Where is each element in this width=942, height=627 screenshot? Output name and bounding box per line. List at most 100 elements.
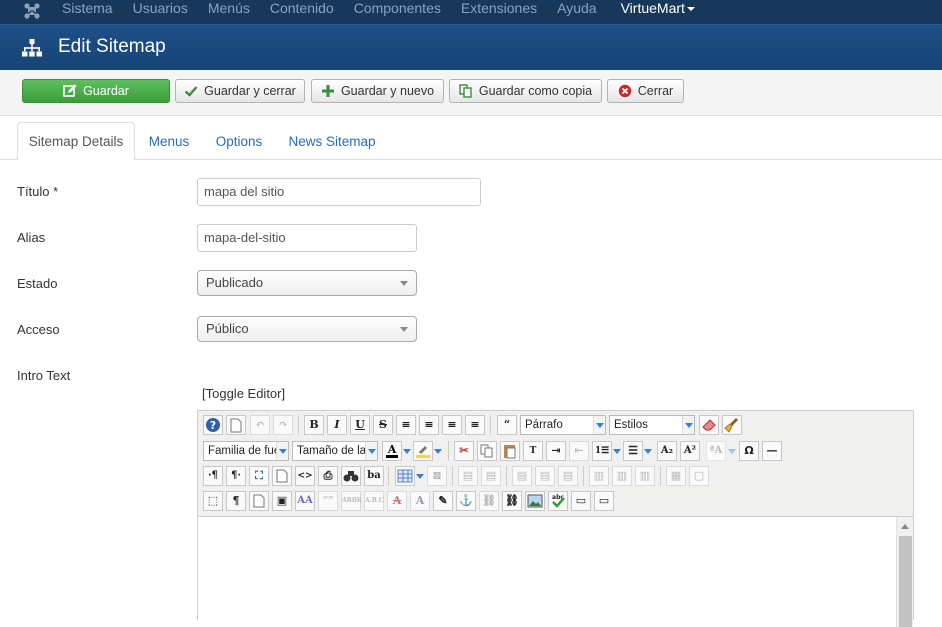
abbr-icon[interactable]: ABBR — [341, 491, 362, 511]
page-break-icon[interactable]: ▭ — [571, 491, 591, 511]
template-icon[interactable] — [249, 491, 269, 511]
attributes-icon[interactable]: ✎ — [433, 491, 453, 511]
insert-table-dropdown-icon[interactable] — [416, 470, 424, 482]
acronym-icon[interactable]: A.B.C — [364, 491, 384, 511]
outdent-icon[interactable]: ⇤ — [569, 441, 589, 461]
bold-icon[interactable]: B — [304, 415, 324, 435]
cell-props-icon[interactable]: ▤ — [481, 466, 501, 486]
search-binoculars-icon[interactable] — [341, 466, 361, 486]
show-blocks-icon[interactable]: ¶ — [226, 491, 246, 511]
rtl-icon[interactable]: ¶· — [226, 466, 246, 486]
ltr-icon[interactable]: ·¶ — [203, 466, 223, 486]
menu-virtuemart[interactable]: VirtueMart — [621, 0, 695, 16]
menu-componentes[interactable]: Componentes — [354, 0, 441, 16]
menu-menus[interactable]: Menús — [208, 0, 250, 16]
scrollbar-thumb[interactable] — [899, 536, 912, 627]
delete-table-icon[interactable]: ⊠ — [427, 466, 447, 486]
tab-options[interactable]: Options — [207, 122, 271, 160]
redo-icon[interactable]: ↷ — [273, 415, 293, 435]
save-new-button[interactable]: Guardar y nuevo — [311, 79, 444, 103]
unordered-list-icon[interactable]: ☰ — [623, 441, 643, 461]
highlight-dropdown-icon[interactable] — [434, 445, 442, 457]
align-left-icon[interactable]: ≡ — [442, 415, 462, 435]
menu-usuarios[interactable]: Usuarios — [133, 0, 188, 16]
col-before-icon[interactable]: ▥ — [589, 466, 609, 486]
format-select[interactable]: Párrafo — [520, 415, 606, 435]
title-input[interactable]: mapa del sitio — [197, 178, 481, 206]
highlight-color-icon[interactable] — [413, 441, 433, 461]
blockquote-icon[interactable]: “ — [497, 415, 517, 435]
toggle-editor-link[interactable]: [Toggle Editor] — [202, 386, 285, 401]
row-props-icon[interactable]: ▤ — [458, 466, 478, 486]
menu-ayuda[interactable]: Ayuda — [557, 0, 596, 16]
align-center-icon[interactable]: ≡ — [419, 415, 439, 435]
save-button[interactable]: Guardar — [22, 79, 170, 103]
special-character-icon[interactable]: Ω — [739, 441, 759, 461]
merge-cells-icon[interactable]: ▢ — [689, 466, 709, 486]
menu-sistema[interactable]: Sistema — [62, 0, 113, 16]
eraser-icon[interactable] — [699, 415, 719, 435]
paste-text-icon[interactable]: T — [523, 441, 543, 461]
horizontal-rule-icon[interactable]: — — [762, 441, 782, 461]
unordered-list-dropdown-icon[interactable] — [644, 445, 652, 457]
align-right-icon[interactable]: ≡ — [465, 415, 485, 435]
paste-icon[interactable] — [500, 441, 520, 461]
save-copy-button[interactable]: Guardar como copia — [449, 79, 602, 103]
anchor-icon[interactable]: ⚓ — [456, 491, 476, 511]
print-icon[interactable]: ⎙ — [318, 466, 338, 486]
quote-icon[interactable]: “” — [318, 491, 338, 511]
menu-extensiones[interactable]: Extensiones — [461, 0, 537, 16]
editor-content-area[interactable] — [198, 516, 913, 627]
split-cells-icon[interactable]: ▦ — [666, 466, 686, 486]
alias-input[interactable]: mapa-del-sitio — [197, 224, 417, 252]
new-document-icon[interactable] — [226, 415, 246, 435]
delete-row-icon[interactable]: ▤ — [558, 466, 578, 486]
text-color-dropdown-icon[interactable] — [403, 445, 411, 457]
tab-sitemap-details[interactable]: Sitemap Details — [17, 122, 135, 161]
save-close-button[interactable]: Guardar y cerrar — [175, 79, 305, 103]
close-button[interactable]: Cerrar — [607, 79, 684, 103]
link-icon[interactable]: ⛓ — [502, 491, 522, 511]
col-after-icon[interactable]: ▥ — [612, 466, 632, 486]
insert-image-icon[interactable] — [525, 491, 545, 511]
menu-contenido[interactable]: Contenido — [270, 0, 334, 16]
unlink-icon[interactable]: ⛓ — [479, 491, 499, 511]
text-color-icon[interactable]: A — [382, 441, 402, 461]
font-size-select[interactable]: Tamaño de la — [292, 441, 378, 461]
styles-select[interactable]: Estilos — [609, 415, 695, 435]
ordered-list-dropdown-icon[interactable] — [613, 445, 621, 457]
fullscreen-icon[interactable]: ⛶ — [249, 466, 269, 486]
status-select[interactable]: Publicado — [197, 270, 417, 296]
replace-icon[interactable]: ba — [364, 466, 384, 486]
row-after-icon[interactable]: ▤ — [535, 466, 555, 486]
superscript-icon[interactable]: A² — [680, 441, 700, 461]
editor-scrollbar[interactable] — [896, 517, 913, 627]
subscript-icon[interactable]: A₂ — [657, 441, 677, 461]
access-select[interactable]: Público — [197, 316, 417, 342]
chevron-up-icon[interactable] — [901, 524, 909, 529]
ordered-list-icon[interactable]: 1☰ — [592, 441, 612, 461]
font-family-select[interactable]: Familia de fue — [203, 441, 289, 461]
del-icon[interactable]: A — [387, 491, 407, 511]
joomla-logo-icon[interactable] — [22, 1, 42, 21]
help-icon[interactable]: ? — [203, 415, 223, 435]
special-format-icon[interactable]: ªA — [706, 441, 726, 461]
cleanup-broom-icon[interactable] — [722, 415, 742, 435]
strikethrough-icon[interactable]: S — [373, 415, 393, 435]
insert-table-icon[interactable] — [395, 466, 415, 486]
underline-icon[interactable]: U — [350, 415, 370, 435]
spellcheck-icon[interactable]: abc — [548, 491, 568, 511]
styles-icon[interactable]: AA — [295, 491, 315, 511]
special-format-dropdown-icon[interactable] — [728, 445, 736, 457]
copy-icon[interactable] — [477, 441, 497, 461]
read-more-icon[interactable]: ▭ — [594, 491, 614, 511]
tab-news-sitemap[interactable]: News Sitemap — [282, 122, 382, 160]
cut-icon[interactable]: ✂ — [454, 441, 474, 461]
align-justify-icon[interactable]: ≡ — [396, 415, 416, 435]
visual-aid-icon[interactable]: ⬚ — [203, 491, 223, 511]
insert-layer-icon[interactable]: ▣ — [272, 491, 292, 511]
delete-col-icon[interactable]: ▥ — [635, 466, 655, 486]
indent-icon[interactable]: ⇥ — [546, 441, 566, 461]
preview-icon[interactable] — [272, 466, 292, 486]
tab-menus[interactable]: Menus — [140, 122, 198, 160]
